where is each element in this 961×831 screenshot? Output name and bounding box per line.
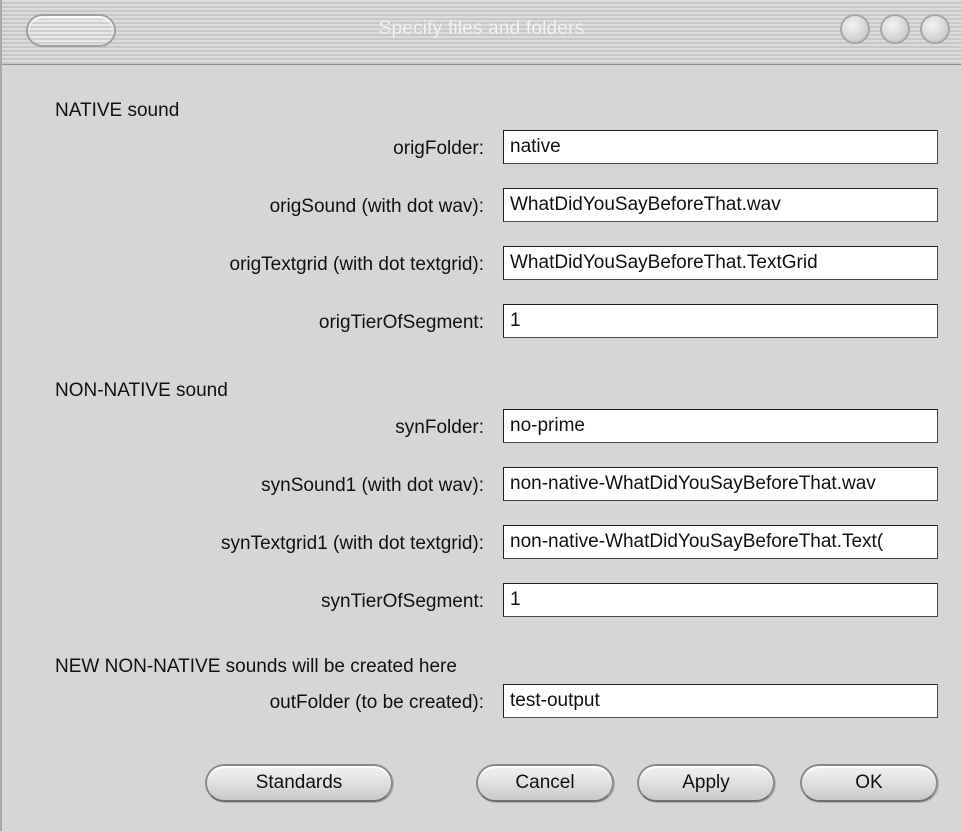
outfolder-label: outFolder (to be created): (269, 692, 484, 713)
origfolder-label: origFolder: (393, 138, 484, 159)
origsound-label: origSound (with dot wav): (269, 196, 484, 217)
minimize-icon[interactable] (840, 14, 870, 44)
syntierofsegment-label: synTierOfSegment: (321, 591, 484, 612)
ok-button[interactable]: OK (800, 764, 938, 802)
close-icon[interactable] (920, 14, 950, 44)
origtextgrid-input[interactable]: WhatDidYouSayBeforeThat.TextGrid (503, 246, 938, 280)
section-new-non-native-heading: NEW NON-NATIVE sounds will be created he… (55, 656, 457, 677)
window-title: Specify files and folders (378, 18, 585, 39)
origtierofsegment-label: origTierOfSegment: (318, 312, 484, 333)
dialog-window: Specify files and folders NATIVE sound o… (0, 0, 961, 831)
synfolder-label: synFolder: (395, 417, 484, 438)
title-bar[interactable]: Specify files and folders (2, 0, 961, 65)
origtextgrid-label: origTextgrid (with dot textgrid): (229, 254, 485, 275)
origtierofsegment-input[interactable]: 1 (503, 304, 938, 338)
maximize-icon[interactable] (880, 14, 910, 44)
syntextgrid1-input[interactable]: non-native-WhatDidYouSayBeforeThat.Text( (503, 525, 938, 559)
section-non-native-heading: NON-NATIVE sound (55, 380, 228, 401)
synfolder-input[interactable]: no-prime (503, 409, 938, 443)
origsound-input[interactable]: WhatDidYouSayBeforeThat.wav (503, 188, 938, 222)
synsound1-input[interactable]: non-native-WhatDidYouSayBeforeThat.wav (503, 467, 938, 501)
apply-button[interactable]: Apply (637, 764, 775, 802)
synsound1-label: synSound1 (with dot wav): (261, 475, 484, 496)
standards-button[interactable]: Standards (205, 764, 393, 802)
section-native-heading: NATIVE sound (55, 100, 180, 121)
origfolder-input[interactable]: native (503, 130, 938, 164)
syntierofsegment-input[interactable]: 1 (503, 583, 938, 617)
syntextgrid1-label: synTextgrid1 (with dot textgrid): (221, 533, 484, 554)
cancel-button[interactable]: Cancel (476, 764, 614, 802)
outfolder-input[interactable]: test-output (503, 684, 938, 718)
